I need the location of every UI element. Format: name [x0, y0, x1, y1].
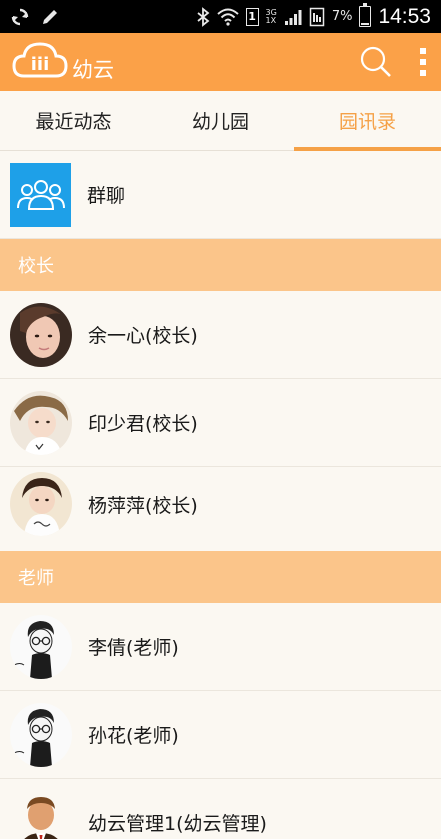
avatar: [10, 302, 72, 367]
group-chat-label: 群聊: [87, 185, 126, 207]
contact-name: 印少君(校长): [88, 413, 198, 435]
app-bar-actions: [359, 45, 427, 79]
battery-level: [361, 23, 370, 25]
contact-row[interactable]: 印少君(校长): [0, 379, 441, 467]
overflow-menu-button[interactable]: [419, 47, 427, 77]
contact-name: 李倩(老师): [88, 637, 179, 659]
section-header-principals: 校长: [0, 239, 441, 291]
status-left: [10, 7, 60, 27]
contact-row[interactable]: 孙花(老师): [0, 691, 441, 779]
status-bar: 1 3G 1X 7% 14:53: [0, 0, 441, 33]
group-chat-row[interactable]: 群聊: [0, 151, 441, 239]
network-type: 3G 1X: [265, 8, 277, 25]
group-icon: [10, 162, 71, 227]
avatar: [10, 472, 72, 536]
contact-row[interactable]: 李倩(老师): [0, 603, 441, 691]
contact-name: 幼云管理1(幼云管理): [88, 813, 267, 835]
contact-row[interactable]: 幼云管理1(幼云管理): [0, 779, 441, 839]
clock: 14:53: [378, 4, 431, 28]
tab-recent-activity[interactable]: 最近动态: [0, 91, 147, 150]
app-logo-icon: iii: [12, 38, 68, 86]
brand: iii 幼云: [12, 38, 114, 86]
signal-strength-icon: [284, 8, 302, 26]
battery-percent: 7%: [331, 9, 353, 24]
tab-kindergarten[interactable]: 幼儿园: [147, 91, 294, 150]
tab-directory[interactable]: 园讯录: [294, 91, 441, 151]
battery-icon: [359, 3, 372, 27]
network-bottom-label: 1X: [265, 15, 277, 25]
avatar: [10, 390, 72, 455]
status-right: 1 3G 1X 7% 14:53: [196, 3, 431, 29]
wifi-icon: [216, 8, 239, 26]
contact-row[interactable]: 杨萍萍(校长): [0, 467, 441, 541]
app-bar: iii 幼云: [0, 33, 441, 91]
app-title: 幼云: [72, 58, 114, 82]
contact-name: 余一心(校长): [88, 325, 198, 347]
tab-bar: 最近动态 幼儿园 园讯录: [0, 91, 441, 151]
edit-pen-icon: [40, 7, 60, 27]
bluetooth-icon: [196, 6, 210, 27]
sim-label: 1: [248, 10, 256, 23]
svg-text:iii: iii: [31, 54, 50, 75]
sync-icon: [10, 7, 30, 27]
section-header-teachers: 老师: [0, 551, 441, 603]
avatar: [10, 702, 72, 767]
contact-name: 孙花(老师): [88, 725, 179, 747]
avatar: [10, 790, 72, 839]
search-icon: [360, 46, 391, 77]
overflow-menu-icon: [420, 48, 426, 76]
contact-row[interactable]: 余一心(校长): [0, 291, 441, 379]
section-gap: [0, 541, 441, 551]
sim-card-icon: 1: [245, 7, 259, 26]
sim2-icon: [309, 7, 325, 27]
search-button[interactable]: [359, 45, 393, 79]
contact-name: 杨萍萍(校长): [88, 494, 198, 517]
avatar: [10, 614, 72, 679]
